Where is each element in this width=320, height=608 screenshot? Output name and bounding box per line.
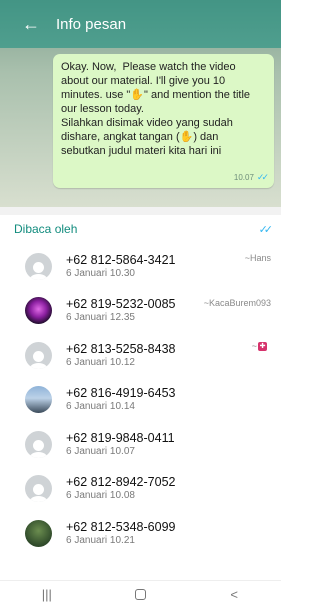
message-meta: 10.07 ✓✓ [233,172,269,183]
back-icon[interactable]: < [214,587,254,602]
reader-phone: +62 812-8942-7052 [66,475,176,490]
read-by-label: Dibaca oleh [14,222,78,236]
default-avatar-icon [25,341,52,369]
reader-date: 6 Januari 10.14 [66,401,135,413]
reader-phone: +62 812-5864-3421 [66,252,176,267]
default-avatar-icon [25,475,52,503]
reader-date: 6 Januari 10.12 [66,356,135,368]
list-item[interactable]: +62 819-5232-0085 6 Januari 12.35 ~KacaB… [0,289,281,334]
arrow-left-icon[interactable]: ← [16,9,46,39]
list-item[interactable]: +62 819-9848-0411 6 Januari 10.07 [0,422,281,467]
reader-phone: +62 816-4919-6453 [66,386,176,401]
list-item[interactable]: +62 816-4919-6453 6 Januari 10.14 [0,378,281,423]
recent-apps-icon[interactable]: ||| [27,587,67,602]
default-avatar-icon [25,430,52,458]
reader-phone: +62 813-5258-8438 [66,341,176,356]
message-text: Okay. Now, Please watch the video about … [61,61,251,157]
reader-phone: +62 812-5348-6099 [66,519,176,534]
message-bubble[interactable]: Okay. Now, Please watch the video about … [53,54,274,188]
app-bar: ← Info pesan [0,0,281,48]
reader-list: +62 812-5864-3421 6 Januari 10.30 ~Hans … [0,244,281,556]
emoji-badge-icon: ✚ [258,341,267,351]
reader-date: 6 Januari 10.21 [66,534,135,546]
list-item[interactable]: +62 812-5864-3421 6 Januari 10.30 ~Hans [0,244,281,289]
profile-photo [25,386,52,414]
list-item[interactable]: +62 812-5348-6099 6 Januari 10.21 [0,511,281,556]
page-title: Info pesan [56,15,127,33]
profile-photo [25,519,52,547]
reader-date: 6 Januari 10.08 [66,490,135,502]
default-avatar-icon [25,252,52,280]
list-item[interactable]: +62 812-8942-7052 6 Januari 10.08 [0,467,281,512]
list-item[interactable]: +62 813-5258-8438 6 Januari 10.12 ~ ✚ [0,333,281,378]
reader-phone: +62 819-5232-0085 [66,297,176,312]
reader-alias: ~KacaBurem093 [203,297,271,308]
reader-phone: +62 819-9848-0411 [66,430,175,445]
section-divider [0,207,281,215]
reader-alias: ~ [251,341,257,351]
double-check-icon: ✓✓ [258,223,274,236]
home-icon[interactable] [120,589,160,600]
double-check-icon: ✓✓ [256,172,269,182]
reader-alias-wrap: ~ ✚ [252,341,267,351]
system-nav-bar: ||| < [0,580,281,608]
read-by-header: Dibaca oleh ✓✓ [0,215,281,243]
profile-photo [25,297,52,325]
message-time: 10.07 [233,173,254,182]
reader-alias: ~Hans [244,253,271,263]
chat-preview-area: ← Info pesan Okay. Now, Please watch the… [0,0,281,207]
reader-date: 6 Januari 10.30 [66,267,135,279]
reader-date: 6 Januari 10.07 [66,445,135,457]
reader-date: 6 Januari 12.35 [66,312,135,324]
